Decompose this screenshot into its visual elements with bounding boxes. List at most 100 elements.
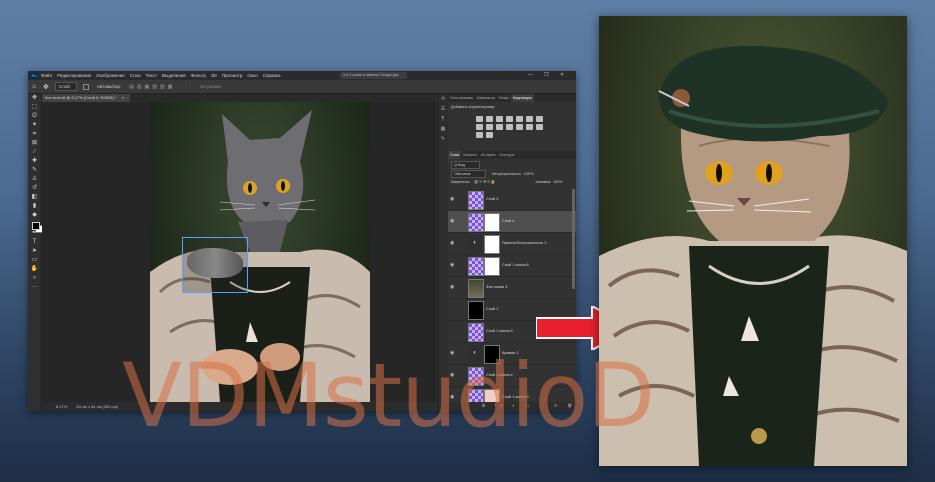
lock-label: Закрепить: <box>451 179 471 184</box>
layer-thumbnail <box>468 279 484 298</box>
menu-type[interactable]: Текст <box>146 73 157 78</box>
layers-panel-tabs: Слои Каналы История Контуры <box>448 151 576 159</box>
tab-paths[interactable]: Контуры <box>497 151 516 159</box>
layer-thumbnail: ◐ <box>468 235 482 252</box>
layer-row[interactable]: ◉ Слой 3 <box>448 189 576 211</box>
menu-select[interactable]: Выделение <box>162 73 186 78</box>
gradient-map-icon[interactable] <box>476 132 483 138</box>
tab-channels[interactable]: Каналы <box>461 151 478 159</box>
zoom-tool-icon[interactable]: ⌕ <box>28 274 41 283</box>
frame-tool-icon[interactable]: ⊠ <box>28 139 41 148</box>
fill-value[interactable]: 100% <box>553 180 563 184</box>
layers-scrollbar[interactable] <box>572 189 575 289</box>
layer-row[interactable]: ◉ Фон копия 3 <box>448 277 576 299</box>
opacity-value[interactable]: 100% <box>524 172 534 176</box>
menu-3d[interactable]: 3D <box>211 73 217 78</box>
eraser-tool-icon[interactable]: ◧ <box>28 193 41 202</box>
tools-panel: ✥ ⬚ ʘ ✦ ⌗ ⊠ ∕ ✚ ✎ ♙ ↺ ◧ ▮ ◆ ● ✒ T ➤ ▭ ✋ … <box>28 94 43 411</box>
photo-filter-icon[interactable] <box>486 124 493 130</box>
levels-icon[interactable] <box>486 116 493 122</box>
move-tool-icon[interactable]: ✥ <box>28 94 41 103</box>
threshold-icon[interactable] <box>536 124 543 130</box>
menu-view[interactable]: Просмотр <box>222 73 243 78</box>
menu-window[interactable]: Окно <box>247 73 257 78</box>
more-tools-icon[interactable]: ··· <box>28 283 41 292</box>
brightness-icon[interactable] <box>476 116 483 122</box>
floating-selection[interactable] <box>182 237 248 293</box>
visibility-eye-icon[interactable]: ◉ <box>450 262 454 268</box>
curves-icon[interactable] <box>496 116 503 122</box>
channel-mixer-icon[interactable] <box>496 124 503 130</box>
layer-mask-thumbnail[interactable] <box>484 235 500 254</box>
auto-select-dropdown[interactable]: Слой <box>54 82 77 91</box>
marquee-tool-icon[interactable]: ⬚ <box>28 103 41 112</box>
color-swatches[interactable] <box>32 222 43 233</box>
home-icon[interactable]: ⌂ <box>32 83 39 90</box>
properties-panel-icon[interactable]: ☰ <box>438 104 448 114</box>
stamp-tool-icon[interactable]: ♙ <box>28 175 41 184</box>
swatches-panel-icon[interactable]: ▦ <box>438 124 448 134</box>
lasso-tool-icon[interactable]: ʘ <box>28 112 41 121</box>
layer-row[interactable]: ◉ ◐ Яркость/Контрастность 1 <box>448 233 576 255</box>
tab-layers[interactable]: Слои <box>448 151 462 159</box>
close-tab-icon[interactable]: × <box>122 95 124 100</box>
color-balance-icon[interactable] <box>536 116 543 122</box>
menu-file[interactable]: Файл <box>41 73 52 78</box>
black-white-icon[interactable] <box>476 124 483 130</box>
document-tab[interactable]: Кот work.tif @ 8,17% (Слой 4, RGB/8) * × <box>42 94 130 102</box>
menu-help[interactable]: Справка <box>263 73 281 78</box>
layer-row[interactable]: ◉ Слой 1 копия 6 <box>448 255 576 277</box>
zoom-level[interactable]: 8,17% <box>56 404 67 409</box>
paragraph-panel-icon[interactable]: ¶ <box>438 114 448 124</box>
shape-tool-icon[interactable]: ▭ <box>28 256 41 265</box>
layer-filter-dropdown[interactable]: Q Вид <box>451 161 480 169</box>
color-lookup-icon[interactable] <box>506 124 513 130</box>
visibility-eye-icon[interactable]: ◉ <box>450 240 454 246</box>
history-panel-icon[interactable]: ⟲ <box>438 94 448 104</box>
tab-navigator[interactable]: Навигатор <box>475 94 497 102</box>
type-tool-icon[interactable]: T <box>28 238 41 247</box>
menu-edit[interactable]: Редактирование <box>57 73 91 78</box>
layer-mask-thumbnail[interactable] <box>484 257 500 276</box>
layer-row[interactable]: ◉ Слой 4 <box>448 211 576 233</box>
menu-layers[interactable]: Слои <box>130 73 141 78</box>
exposure-icon[interactable] <box>506 116 513 122</box>
tab-adjustments[interactable]: Коррекция <box>510 94 534 102</box>
visibility-eye-icon[interactable]: ◉ <box>450 218 454 224</box>
vibrance-icon[interactable] <box>516 116 523 122</box>
posterize-icon[interactable] <box>526 124 533 130</box>
visibility-eye-icon[interactable]: ◉ <box>450 196 454 202</box>
tab-info[interactable]: Инфо <box>497 94 511 102</box>
healing-brush-icon[interactable]: ✚ <box>28 157 41 166</box>
blend-mode-dropdown[interactable]: Обычные <box>451 170 486 178</box>
transform-checkbox[interactable] <box>82 83 89 90</box>
selective-color-icon[interactable] <box>486 132 493 138</box>
align-icons[interactable]: ▤▥▦▧▨▩ ··· <box>129 84 194 90</box>
browser-tab[interactable]: ● ● Ссылки в заметки Google Дис <box>340 72 407 79</box>
tab-history[interactable]: История <box>479 151 498 159</box>
eyedropper-icon[interactable]: ∕ <box>28 148 41 157</box>
path-select-icon[interactable]: ➤ <box>28 247 41 256</box>
history-brush-icon[interactable]: ↺ <box>28 184 41 193</box>
mode-3d-label: 3D-режим <box>199 84 221 89</box>
crop-tool-icon[interactable]: ⌗ <box>28 130 41 139</box>
blur-tool-icon[interactable]: ◆ <box>28 211 41 220</box>
hand-tool-icon[interactable]: ✋ <box>28 265 41 274</box>
minimize-button[interactable]: — <box>528 72 533 78</box>
hue-saturation-icon[interactable] <box>526 116 533 122</box>
move-tool-icon[interactable]: ✥ <box>43 83 49 91</box>
maximize-button[interactable]: ❐ <box>544 72 548 78</box>
layer-mask-thumbnail[interactable] <box>484 213 500 232</box>
brush-tool-icon[interactable]: ✎ <box>28 166 41 175</box>
foreground-color-swatch[interactable] <box>32 222 40 230</box>
menu-image[interactable]: Изображение <box>96 73 124 78</box>
close-button[interactable]: ✕ <box>560 72 564 78</box>
lock-icons[interactable]: ▦ ✎ ✥ ⌗ 🔒 <box>474 179 495 184</box>
invert-icon[interactable] <box>516 124 523 130</box>
menu-filter[interactable]: Фильтр <box>191 73 206 78</box>
gradient-tool-icon[interactable]: ▮ <box>28 202 41 211</box>
brush-panel-icon[interactable]: ✎ <box>438 134 448 144</box>
tab-histogram[interactable]: Гистограмма <box>448 94 475 102</box>
visibility-eye-icon[interactable]: ◉ <box>450 284 454 290</box>
magic-wand-icon[interactable]: ✦ <box>28 121 41 130</box>
